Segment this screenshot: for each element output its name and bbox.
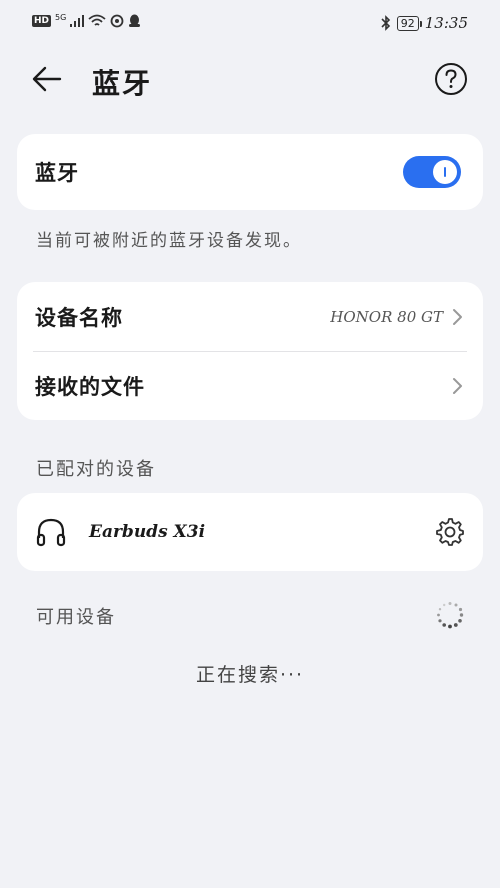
status-bar: HD 5G 92 13:35 [0, 0, 500, 46]
bluetooth-toggle-card: 蓝牙 [17, 134, 483, 210]
device-settings-card: 设备名称 HONOR 80 GT 接收的文件 [17, 282, 483, 420]
bluetooth-switch[interactable] [403, 156, 461, 188]
headphones-icon [36, 518, 66, 547]
paired-device-row[interactable]: Earbuds X3i [17, 493, 483, 571]
status-left: HD 5G [32, 12, 141, 28]
arrow-left-icon [32, 66, 62, 92]
paired-device-name: Earbuds X3i [89, 522, 206, 542]
switch-knob [433, 160, 457, 184]
received-files-label: 接收的文件 [35, 375, 145, 399]
back-button[interactable] [30, 62, 70, 98]
visibility-note: 当前可被附近的蓝牙设备发现。 [36, 231, 302, 251]
chevron-right-icon [453, 378, 462, 394]
help-icon [435, 63, 467, 95]
received-files-row[interactable]: 接收的文件 [17, 352, 483, 420]
qq-icon [129, 14, 141, 27]
device-name-row[interactable]: 设备名称 HONOR 80 GT [17, 282, 483, 352]
bluetooth-status-icon [381, 15, 390, 31]
battery-indicator: 92 [396, 15, 422, 31]
app-notification-icon [110, 14, 124, 28]
wifi-icon [88, 14, 106, 26]
paired-devices-heading: 已配对的设备 [36, 459, 156, 480]
searching-status: 正在搜索··· [195, 664, 305, 686]
hd-badge: HD [32, 15, 52, 27]
available-devices-heading: 可用设备 [36, 607, 116, 628]
chevron-right-icon [453, 309, 462, 325]
loading-spinner-icon [437, 602, 464, 629]
paired-devices-card: Earbuds X3i [17, 493, 483, 571]
app-bar: 蓝牙 [0, 50, 500, 110]
help-button[interactable] [434, 62, 468, 96]
device-name-label: 设备名称 [35, 306, 123, 330]
bluetooth-toggle-row[interactable]: 蓝牙 [17, 134, 483, 210]
bluetooth-label: 蓝牙 [35, 161, 79, 185]
device-name-value: HONOR 80 GT [330, 308, 443, 326]
gear-icon [436, 518, 464, 546]
signal-icon [70, 15, 85, 27]
device-settings-button[interactable] [435, 517, 465, 547]
clock: 13:35 [424, 14, 468, 32]
status-right: 92 13:35 [381, 14, 468, 32]
page-title: 蓝牙 [92, 67, 153, 100]
network-type-label: 5G [55, 12, 67, 22]
